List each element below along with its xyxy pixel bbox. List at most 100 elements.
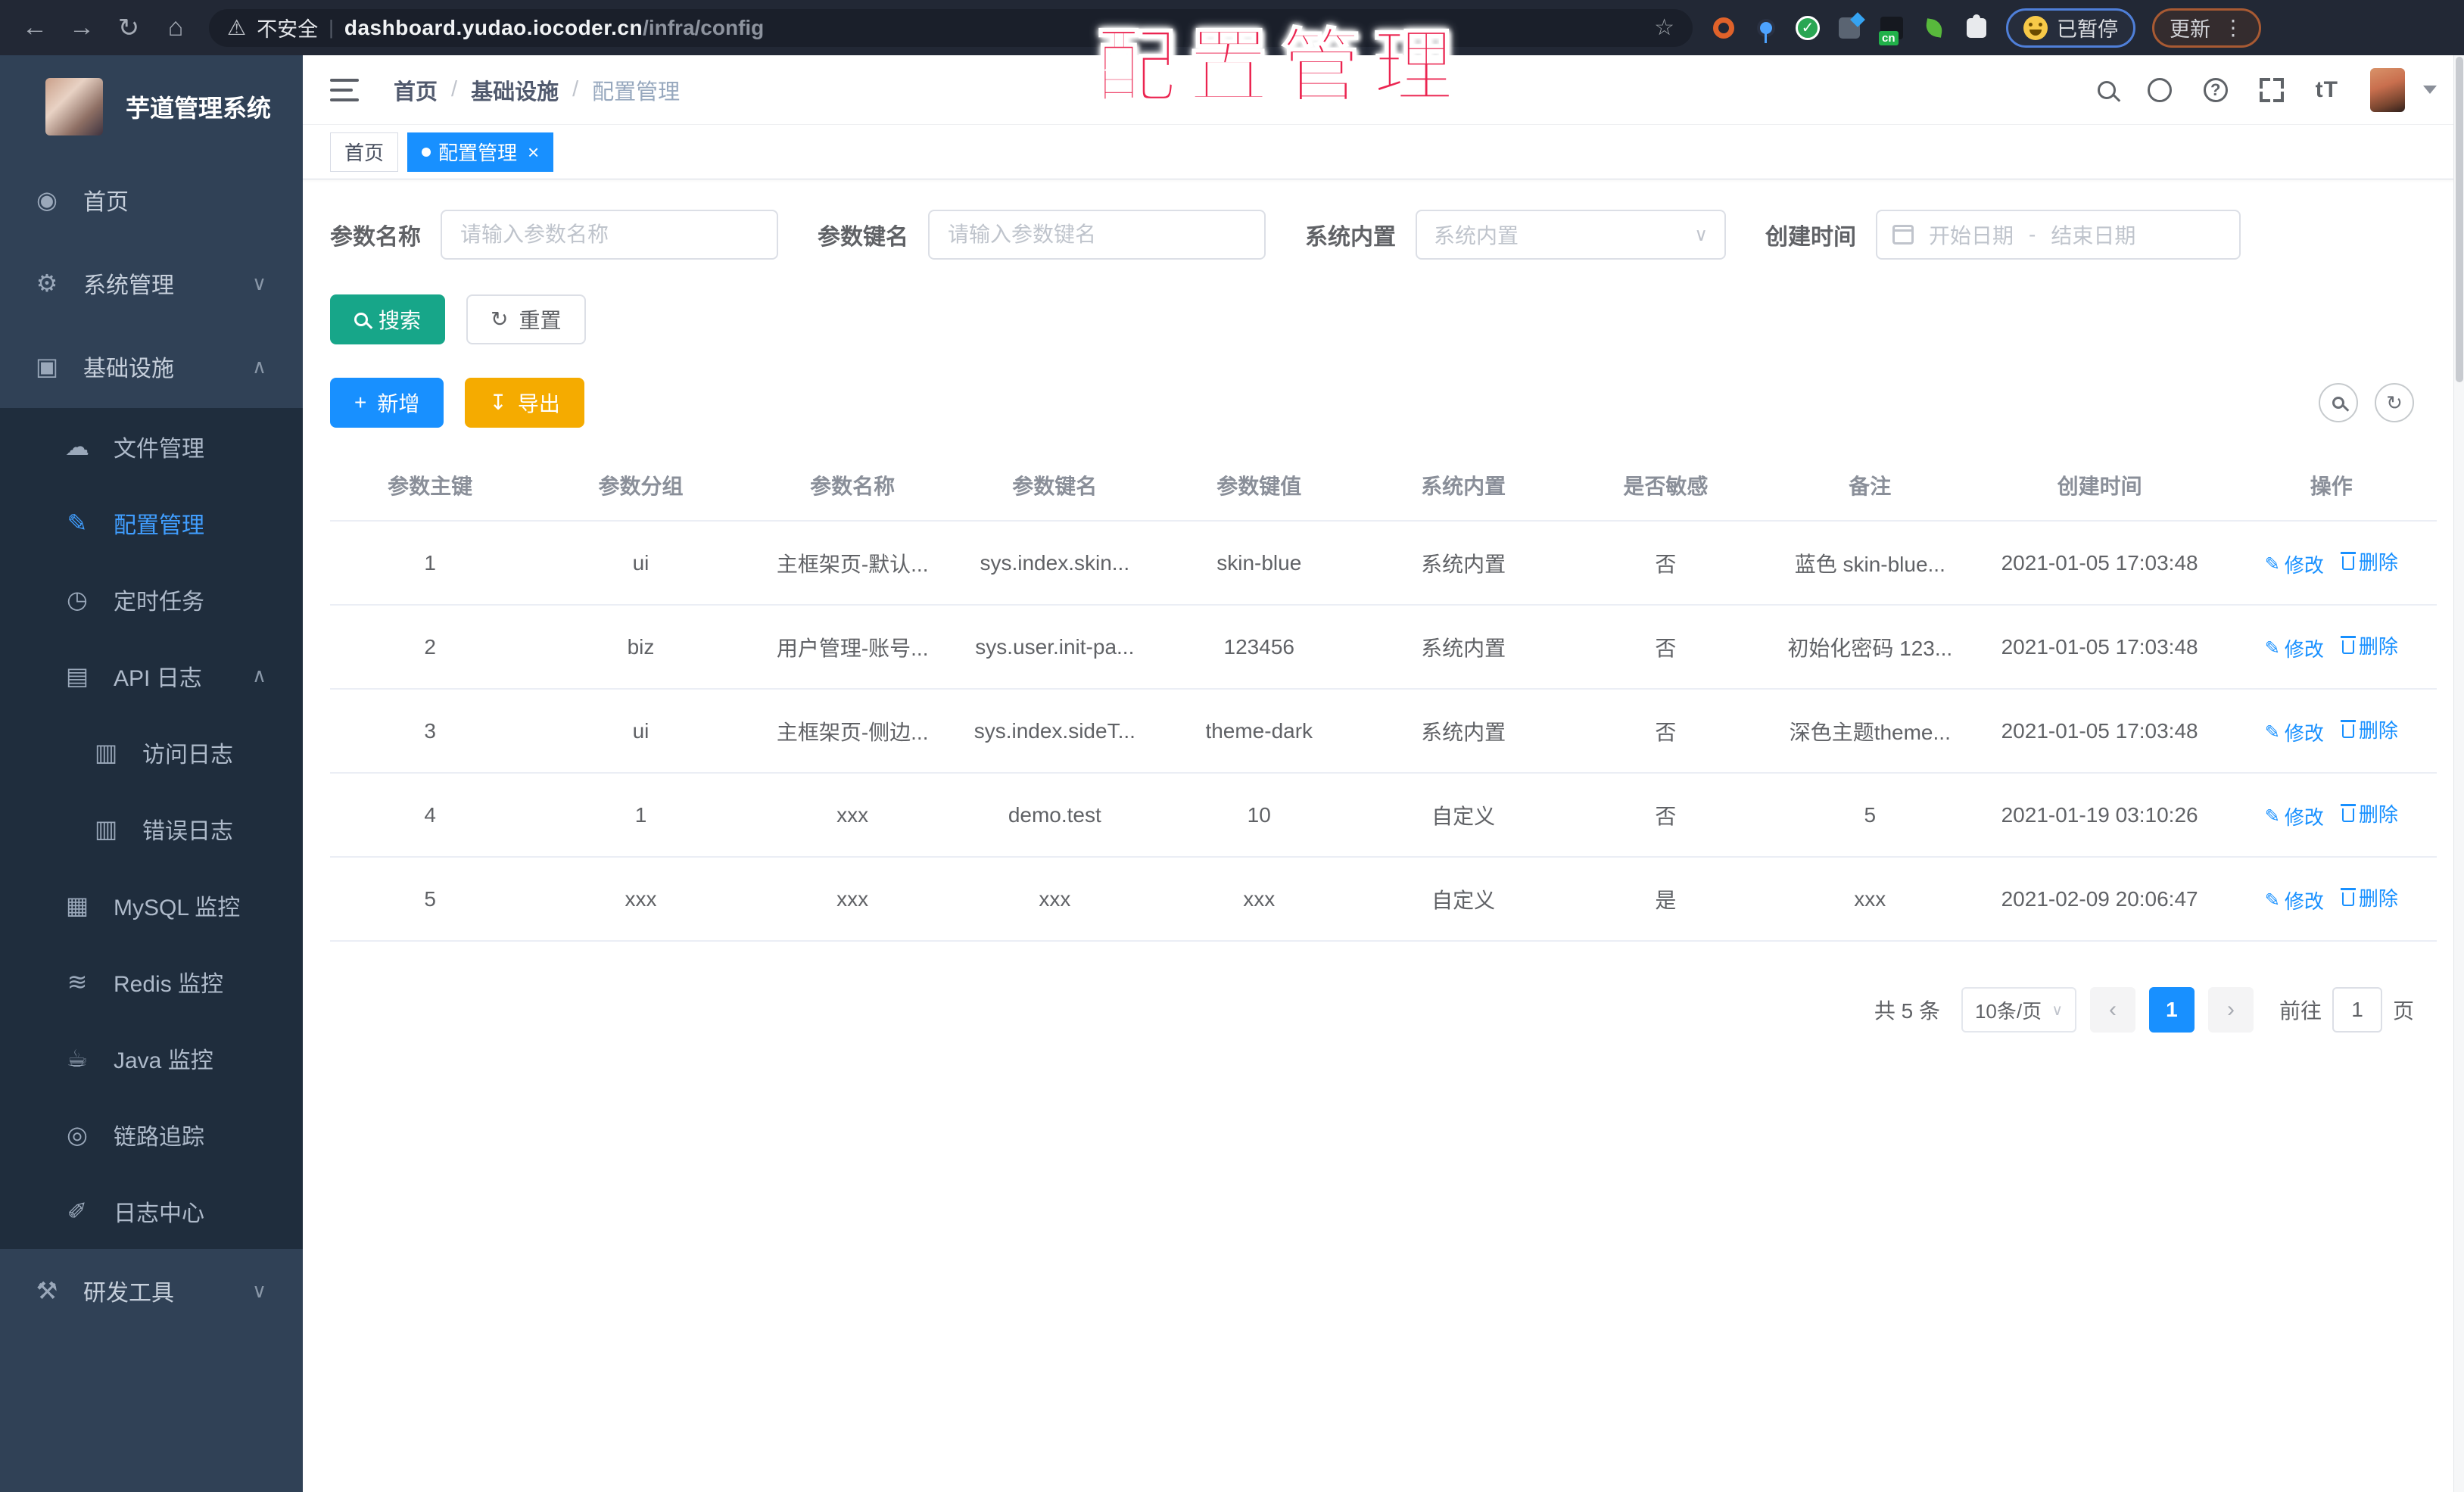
sidebar-item-12[interactable]: ◎ 链路追踪 (0, 1096, 303, 1173)
trash-icon (2340, 551, 2356, 570)
page-content: 参数名称 参数键名 系统内置 系统内置 ∨ 创建时间 (303, 179, 2464, 1492)
next-page-button[interactable]: › (2207, 987, 2254, 1033)
cell-name: 用户管理-账号... (751, 605, 954, 690)
cell-remark: 蓝色 skin-blue... (1766, 521, 1973, 606)
sidebar-item-10[interactable]: ≋ Redis 监控 (0, 943, 303, 1020)
orange-ring-extension-icon[interactable] (1711, 15, 1737, 41)
edit-link[interactable]: ✎ 修改 (2265, 550, 2324, 578)
delete-link[interactable]: 删除 (2340, 883, 2398, 911)
sidebar-item-4[interactable]: ✎ 配置管理 (0, 484, 303, 561)
tag-home[interactable]: 首页 (330, 132, 399, 172)
sidebar-item-3[interactable]: ☁ 文件管理 (0, 408, 303, 484)
fullscreen-icon[interactable] (2259, 77, 2284, 102)
divider: | (329, 16, 334, 39)
update-badge[interactable]: 更新 ⋮ (2152, 8, 2261, 48)
cell-created: 2021-01-05 17:03:48 (1973, 521, 2226, 606)
goto-page-input[interactable] (2332, 987, 2382, 1033)
delete-link[interactable]: 删除 (2340, 631, 2398, 659)
hamburger-icon[interactable] (330, 77, 360, 103)
tag-close-icon[interactable]: × (528, 142, 539, 162)
param-name-input[interactable] (441, 210, 778, 260)
green-check-extension-icon[interactable]: ✓ (1796, 15, 1820, 40)
reload-icon[interactable]: ↻ (109, 8, 148, 48)
tag-config-active[interactable]: 配置管理 × (407, 132, 554, 172)
home-icon[interactable]: ⌂ (156, 8, 195, 48)
page-size-select[interactable]: 10条/页 ∨ (1961, 987, 2076, 1033)
plus-icon: + (354, 391, 367, 414)
delete-link[interactable]: 删除 (2340, 547, 2398, 575)
back-icon[interactable]: ← (15, 8, 55, 48)
cell-value: skin-blue (1155, 521, 1363, 606)
page-scrollbar[interactable] (2453, 55, 2464, 1492)
sidebar-item-0[interactable]: ◉ 首页 (0, 158, 303, 241)
pencil-icon: ✎ (2264, 721, 2280, 743)
sidebar-item-2[interactable]: ▣ 基础设施 ∧ (0, 325, 303, 408)
param-key-input[interactable] (928, 210, 1266, 260)
cell-remark: 深色主题theme... (1766, 689, 1973, 774)
leaf-extension-icon[interactable] (1921, 15, 1947, 41)
sidebar-item-11[interactable]: ☕ Java 监控 (0, 1020, 303, 1096)
cell-value: 123456 (1155, 605, 1363, 690)
forward-icon[interactable]: → (62, 8, 101, 48)
address-bar[interactable]: ⚠ 不安全 | dashboard.yudao.iocoder.cn/infra… (209, 8, 1693, 47)
paused-badge[interactable]: 已暂停 (2006, 8, 2135, 48)
edit-icon: ✎ (67, 509, 88, 537)
refresh-table-button[interactable]: ↻ (2375, 383, 2414, 422)
builtin-type-select[interactable]: 系统内置 ∨ (1416, 210, 1726, 260)
sidebar-item-9[interactable]: ▦ MySQL 监控 (0, 867, 303, 943)
edit-link[interactable]: ✎ 修改 (2265, 718, 2324, 746)
scrollbar-thumb[interactable] (2455, 57, 2463, 382)
github-icon[interactable] (2147, 77, 2172, 102)
user-avatar[interactable] (2370, 67, 2405, 112)
edit-link[interactable]: ✎ 修改 (2265, 634, 2324, 662)
cell-type: 自定义 (1362, 773, 1565, 858)
log-center-icon: ✐ (67, 1197, 88, 1225)
cell-sensitive: 否 (1564, 521, 1767, 606)
toggle-search-button[interactable] (2319, 383, 2358, 422)
cn-extension-icon[interactable] (1879, 15, 1905, 45)
delete-link[interactable]: 删除 (2340, 715, 2398, 743)
table-row: 1 ui 主框架页-默认... sys.index.skin... skin-blue 系… (330, 521, 2437, 606)
delete-link[interactable]: 删除 (2340, 799, 2398, 827)
sidebar-logo-row[interactable]: 芋道管理系统 (0, 55, 303, 158)
puzzle-extensions-icon[interactable] (1964, 14, 1989, 41)
sidebar-item-label: 定时任务 (114, 589, 204, 615)
sidebar-item-8[interactable]: ▥ 错误日志 (0, 790, 303, 867)
search-button[interactable]: 搜索 (330, 294, 446, 344)
create-time-range-picker[interactable]: 开始日期 - 结束日期 (1876, 210, 2241, 260)
cell-key: sys.index.sideT... (953, 689, 1156, 774)
grid-extension-icon[interactable] (1836, 15, 1862, 41)
url-path: /infra/config (643, 15, 765, 39)
pin-extension-icon[interactable] (1753, 15, 1779, 43)
help-icon[interactable]: ? (2203, 77, 2228, 102)
add-button[interactable]: + 新增 (330, 378, 444, 428)
export-button[interactable]: ↧ 导出 (465, 378, 584, 428)
font-size-icon[interactable]: tT (2316, 77, 2338, 103)
current-page-button[interactable]: 1 (2148, 987, 2195, 1033)
sidebar-item-1[interactable]: ⚙ 系统管理 ∨ (0, 241, 303, 325)
sidebar-item-14[interactable]: ⚒ 研发工具 ∨ (0, 1249, 303, 1332)
emoji-face-icon (2023, 15, 2048, 40)
sidebar-item-13[interactable]: ✐ 日志中心 (0, 1173, 303, 1249)
sidebar-item-7[interactable]: ▥ 访问日志 (0, 714, 303, 790)
column-header: 创建时间 (1973, 450, 2226, 522)
browser-menu-dots-icon[interactable]: ⋮ (2223, 15, 2244, 40)
breadcrumb-infra[interactable]: 基础设施 (471, 74, 559, 106)
browser-toolbar: ← → ↻ ⌂ ⚠ 不安全 | dashboard.yudao.iocoder.… (0, 0, 2464, 55)
edit-link[interactable]: ✎ 修改 (2265, 886, 2324, 914)
dashboard-icon: ◉ (36, 186, 58, 213)
bookmark-star-icon[interactable]: ☆ (1654, 14, 1674, 41)
sidebar-item-6[interactable]: ▤ API 日志 ∧ (0, 637, 303, 714)
cell-remark: 初始化密码 123... (1766, 605, 1973, 690)
chevron-down-icon: ∨ (251, 271, 266, 294)
avatar-caret-icon[interactable] (2423, 86, 2437, 94)
prev-page-button[interactable]: ‹ (2089, 987, 2135, 1033)
search-icon[interactable] (2097, 80, 2116, 99)
breadcrumb-home[interactable]: 首页 (394, 74, 438, 106)
edit-link[interactable]: ✎ 修改 (2265, 802, 2324, 830)
export-button-label: 导出 (517, 392, 560, 416)
reset-button[interactable]: ↻ 重置 (466, 294, 586, 344)
sidebar-item-5[interactable]: ◷ 定时任务 (0, 561, 303, 637)
column-header: 参数分组 (530, 450, 752, 522)
cloud-upload-icon: ☁ (65, 432, 89, 460)
